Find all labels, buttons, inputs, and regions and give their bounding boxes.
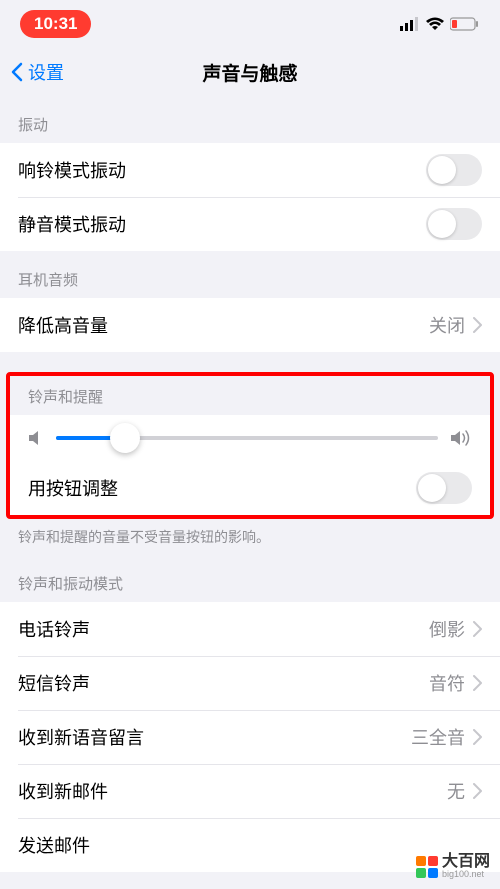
- row-label: 短信铃声: [18, 670, 429, 696]
- watermark-text: 大百网: [442, 854, 490, 870]
- watermark: 大百网 big100.net: [416, 854, 490, 879]
- section-header-sounds: 铃声和振动模式: [0, 555, 500, 602]
- row-label: 响铃模式振动: [18, 157, 426, 183]
- chevron-right-icon: [473, 729, 482, 745]
- section-header-headphone: 耳机音频: [0, 251, 500, 298]
- row-label: 降低高音量: [18, 312, 429, 338]
- row-ringer-volume: [10, 415, 490, 461]
- toggle-change-with-buttons[interactable]: [416, 472, 472, 504]
- row-label: 收到新语音留言: [18, 724, 411, 750]
- wifi-icon: [426, 17, 444, 31]
- volume-low-icon: [28, 429, 44, 447]
- back-label: 设置: [28, 59, 64, 85]
- section-header-ringer: 铃声和提醒: [10, 376, 490, 415]
- row-value: 无: [447, 778, 465, 804]
- chevron-left-icon: [10, 62, 24, 82]
- section-footer-ringer: 铃声和提醒的音量不受音量按钮的影响。: [0, 519, 500, 555]
- highlight-annotation: 铃声和提醒 用按钮调整: [6, 372, 494, 519]
- row-ringtone[interactable]: 电话铃声 倒影: [0, 602, 500, 656]
- cellular-icon: [400, 17, 420, 31]
- row-value: 音符: [429, 670, 465, 696]
- row-label: 用按钮调整: [28, 475, 416, 501]
- section-header-vibrate: 振动: [0, 96, 500, 143]
- chevron-right-icon: [473, 675, 482, 691]
- recording-time-pill: 10:31: [20, 10, 91, 38]
- toggle-vibrate-on-ring[interactable]: [426, 154, 482, 186]
- chevron-right-icon: [473, 621, 482, 637]
- row-text-tone[interactable]: 短信铃声 音符: [0, 656, 500, 710]
- row-vibrate-on-ring[interactable]: 响铃模式振动: [0, 143, 500, 197]
- row-value: 倒影: [429, 616, 465, 642]
- volume-high-icon: [450, 429, 472, 447]
- status-icons: [400, 17, 480, 31]
- row-reduce-loud-sounds[interactable]: 降低高音量 关闭: [0, 298, 500, 352]
- chevron-right-icon: [473, 317, 482, 333]
- row-label: 收到新邮件: [18, 778, 447, 804]
- chevron-right-icon: [473, 783, 482, 799]
- row-new-voicemail[interactable]: 收到新语音留言 三全音: [0, 710, 500, 764]
- row-value: 关闭: [429, 312, 465, 338]
- row-label: 发送邮件: [18, 832, 482, 858]
- page-title: 声音与触感: [202, 59, 297, 86]
- battery-low-icon: [450, 17, 480, 31]
- row-label: 静音模式振动: [18, 211, 426, 237]
- row-new-mail[interactable]: 收到新邮件 无: [0, 764, 500, 818]
- row-value: 三全音: [411, 724, 465, 750]
- row-vibrate-on-silent[interactable]: 静音模式振动: [0, 197, 500, 251]
- volume-slider[interactable]: [56, 436, 438, 440]
- toggle-vibrate-on-silent[interactable]: [426, 208, 482, 240]
- watermark-url: big100.net: [442, 870, 490, 879]
- status-bar: 10:31: [0, 0, 500, 48]
- back-button[interactable]: 设置: [0, 59, 64, 85]
- watermark-logo-icon: [416, 856, 438, 878]
- slider-thumb[interactable]: [110, 423, 140, 453]
- row-label: 电话铃声: [18, 616, 429, 642]
- navigation-bar: 设置 声音与触感: [0, 48, 500, 96]
- row-change-with-buttons[interactable]: 用按钮调整: [10, 461, 490, 515]
